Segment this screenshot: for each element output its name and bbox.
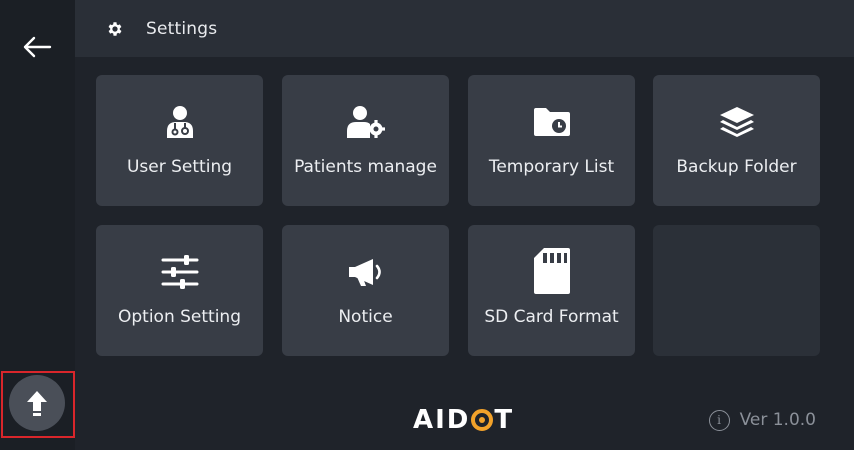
version-label: Ver 1.0.0 (739, 410, 816, 430)
tile-label: User Setting (126, 157, 233, 177)
sd-card-format-tile[interactable]: SD Card Format (468, 225, 635, 356)
logo-text-right: T (494, 405, 515, 435)
upload-button[interactable] (9, 375, 65, 431)
sd-card-icon (533, 248, 570, 294)
patient-gear-icon (346, 106, 385, 138)
doctor-user-icon (166, 106, 193, 138)
header-bar: Settings (75, 0, 854, 57)
layers-icon (719, 107, 754, 137)
sidebar (0, 0, 75, 450)
page-title: Settings (146, 18, 218, 39)
empty-tile (653, 225, 820, 356)
back-button[interactable] (14, 28, 60, 66)
aidot-logo: AID T (413, 403, 514, 437)
folder-clock-icon (533, 108, 570, 136)
tile-label: Temporary List (488, 157, 615, 177)
arrow-left-icon (23, 36, 52, 58)
logo-o-mark (471, 409, 494, 431)
megaphone-icon (348, 259, 381, 286)
info-icon[interactable]: i (708, 409, 730, 431)
arrow-up-icon (27, 391, 47, 416)
tile-label: Backup Folder (676, 157, 797, 177)
backup-folder-tile[interactable]: Backup Folder (653, 75, 820, 206)
tile-label: Option Setting (117, 307, 241, 327)
option-setting-tile[interactable]: Option Setting (96, 225, 263, 356)
user-setting-tile[interactable]: User Setting (96, 75, 263, 206)
temporary-list-tile[interactable]: Temporary List (468, 75, 635, 206)
gear-icon (106, 19, 126, 39)
sliders-icon (161, 255, 198, 289)
notice-tile[interactable]: Notice (282, 225, 449, 356)
tile-label: SD Card Format (484, 307, 619, 327)
version-info: i Ver 1.0.0 (708, 407, 816, 433)
tile-label: Notice (338, 307, 393, 327)
logo-text-left: AID (413, 405, 471, 435)
patients-manage-tile[interactable]: Patients manage (282, 75, 449, 206)
tile-label: Patients manage (294, 157, 437, 177)
